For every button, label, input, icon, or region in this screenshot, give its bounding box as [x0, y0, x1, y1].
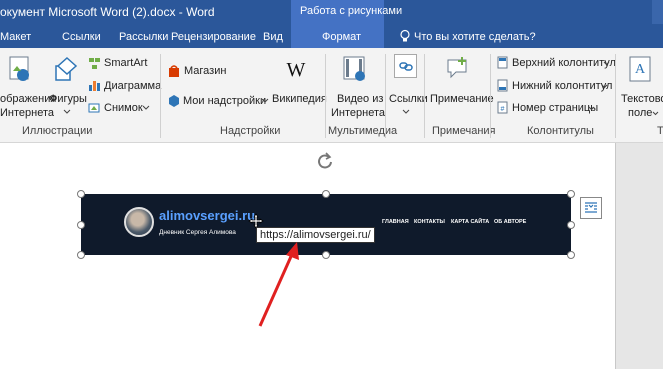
screenshot-icon[interactable]	[88, 101, 101, 114]
online-pictures-icon[interactable]	[8, 55, 32, 85]
svg-text:W: W	[287, 59, 306, 80]
chevron-down-icon[interactable]	[261, 98, 269, 104]
resize-handle-right[interactable]	[567, 221, 575, 229]
store-label[interactable]: Магазин	[184, 65, 226, 77]
addins-group-label: Надстройки	[220, 125, 281, 137]
group-separator	[325, 54, 326, 138]
comment-label[interactable]: Примечание	[430, 93, 494, 105]
chevron-down-icon[interactable]	[652, 111, 659, 116]
resize-handle-top-left[interactable]	[77, 190, 85, 198]
wikipedia-icon[interactable]: W	[284, 58, 308, 80]
resize-handle-top-right[interactable]	[567, 190, 575, 198]
banner-nav-about: ОБ АВТОРЕ	[494, 219, 527, 225]
group-separator	[615, 54, 616, 138]
links-label[interactable]: Ссылки	[389, 93, 428, 105]
footer-label[interactable]: Нижний колонтитул	[512, 80, 612, 92]
online-video-label-2[interactable]: Интернета	[331, 107, 385, 119]
page-number-icon[interactable]: #	[497, 101, 508, 114]
window-control-strip[interactable]	[652, 0, 663, 24]
resize-handle-left[interactable]	[77, 221, 85, 229]
tab-layout[interactable]: Макет	[0, 31, 31, 43]
chevron-down-icon[interactable]	[402, 109, 410, 115]
site-name: alimovsergei.ru	[159, 208, 256, 223]
window-title: окумент Microsoft Word (2).docx - Word	[0, 5, 215, 19]
my-addins-icon[interactable]	[168, 94, 180, 108]
shapes-icon[interactable]	[54, 54, 80, 84]
tab-mailings[interactable]: Рассылки	[119, 31, 168, 43]
resize-handle-bottom[interactable]	[322, 251, 330, 259]
text-box-label-2[interactable]: поле	[628, 107, 652, 119]
my-addins-label[interactable]: Мои надстройки	[183, 95, 266, 107]
store-icon[interactable]	[168, 64, 180, 78]
group-separator	[160, 54, 161, 138]
chevron-down-icon[interactable]	[601, 84, 608, 89]
chart-label[interactable]: Диаграмма	[104, 80, 161, 92]
rotate-handle-icon[interactable]	[316, 152, 334, 172]
chevron-down-icon[interactable]	[142, 105, 150, 111]
smartart-icon[interactable]	[88, 57, 101, 70]
comments-group-label: Примечания	[432, 125, 496, 137]
svg-text:A: A	[635, 62, 646, 77]
group-separator	[490, 54, 491, 138]
tab-review[interactable]: Рецензирование	[171, 31, 256, 43]
chevron-down-icon[interactable]	[63, 109, 71, 115]
tab-view[interactable]: Вид	[263, 31, 283, 43]
banner-nav-home: ГЛАВНАЯ	[382, 219, 409, 225]
annotation-arrow-icon	[258, 242, 299, 327]
online-video-icon[interactable]	[342, 55, 368, 83]
link-icon[interactable]	[398, 58, 414, 74]
site-subtitle: Дневник Сергея Алимова	[159, 229, 236, 236]
online-video-label-1[interactable]: Видео из	[337, 93, 383, 105]
document-margin-area	[615, 143, 663, 369]
text-box-icon[interactable]: A	[628, 55, 652, 85]
screenshot-label[interactable]: Снимок	[104, 102, 143, 114]
context-tab-title: Работа с рисунками	[300, 5, 403, 17]
chevron-down-icon[interactable]	[588, 106, 595, 111]
banner-nav-contacts: КОНТАКТЫ	[414, 219, 445, 225]
chevron-down-icon[interactable]	[603, 61, 610, 66]
tab-references[interactable]: Ссылки	[62, 31, 101, 43]
chart-icon[interactable]	[88, 79, 101, 92]
group-separator	[385, 54, 386, 138]
page-number-label[interactable]: Номер страницы	[512, 102, 598, 114]
tab-format[interactable]: Формат	[322, 31, 361, 43]
media-group-label: Мультимедиа	[328, 125, 398, 137]
header-footer-group-label: Колонтитулы	[527, 125, 594, 137]
online-pictures-label-1[interactable]: ображения	[0, 93, 56, 105]
smartart-label[interactable]: SmartArt	[104, 57, 147, 69]
online-pictures-label-2[interactable]: Интернета	[0, 107, 54, 119]
lightbulb-icon	[400, 29, 410, 42]
text-group-label: Т	[657, 125, 663, 137]
avatar	[124, 207, 154, 237]
footer-icon[interactable]	[497, 79, 508, 92]
tell-me-input[interactable]: Что вы хотите сделать?	[414, 31, 536, 43]
layout-options-icon[interactable]	[584, 201, 598, 215]
wikipedia-label[interactable]: Википедия	[272, 93, 327, 105]
resize-handle-bottom-left[interactable]	[77, 251, 85, 259]
header-icon[interactable]	[497, 56, 508, 69]
header-label[interactable]: Верхний колонтитул	[512, 57, 616, 69]
resize-handle-bottom-right[interactable]	[567, 251, 575, 259]
group-separator	[424, 54, 425, 138]
shapes-label[interactable]: Фигуры	[49, 93, 87, 105]
resize-handle-top[interactable]	[322, 190, 330, 198]
illustrations-group-label: Иллюстрации	[22, 125, 93, 137]
text-box-label-1[interactable]: Текстовое	[621, 93, 663, 105]
banner-nav-sitemap: КАРТА САЙТА	[451, 219, 490, 225]
svg-text:#: #	[501, 106, 505, 113]
new-comment-icon[interactable]	[446, 56, 470, 80]
